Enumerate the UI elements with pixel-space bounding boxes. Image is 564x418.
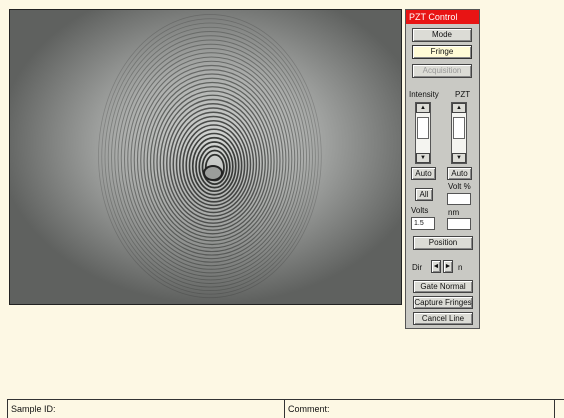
intensity-slider-thumb[interactable] <box>417 117 429 139</box>
intensity-label: Intensity <box>409 90 439 99</box>
position-button[interactable]: Position <box>413 236 473 250</box>
intensity-up-arrow-icon[interactable]: ▲ <box>416 103 430 113</box>
intensity-down-arrow-icon[interactable]: ▼ <box>416 153 430 163</box>
intensity-auto-button[interactable]: Auto <box>411 167 436 180</box>
fringe-image <box>10 10 401 304</box>
sample-id-field[interactable]: Sample ID: <box>7 400 284 418</box>
intensity-slider[interactable]: ▲ ▼ <box>415 102 431 164</box>
comment-field[interactable]: Comment: <box>284 400 555 418</box>
pzt-auto-button[interactable]: Auto <box>447 167 472 180</box>
gate-normal-button[interactable]: Gate Normal <box>413 280 473 293</box>
pzt-slider[interactable]: ▲ ▼ <box>451 102 467 164</box>
pzt-up-arrow-icon[interactable]: ▲ <box>452 103 466 113</box>
volts-percent-label: Volt % <box>448 182 471 191</box>
status-bar: Sample ID: Comment: <box>7 399 564 418</box>
acquisition-button[interactable]: Acquisition <box>412 64 472 78</box>
dir-left-icon[interactable]: ◄ <box>431 260 441 273</box>
panel-title: PZT Control <box>406 10 479 24</box>
pzt-slider-thumb[interactable] <box>453 117 465 139</box>
nm-label: nm <box>448 208 460 217</box>
volts-percent-field[interactable] <box>447 193 471 205</box>
volts-label: Volts <box>411 206 429 215</box>
dir-right-icon[interactable]: ► <box>443 260 453 273</box>
fringe-mode-button[interactable]: Fringe <box>412 45 472 59</box>
direction-label: Dir <box>412 263 423 272</box>
volts-field[interactable]: 1.5 <box>411 217 435 230</box>
pzt-control-panel: PZT Control Mode Fringe Acquisition Inte… <box>405 9 480 329</box>
nm-field[interactable] <box>447 218 471 230</box>
mode-button[interactable]: Mode <box>412 28 472 42</box>
capture-fringes-button[interactable]: Capture Fringes <box>413 296 473 309</box>
pzt-label: PZT <box>455 90 471 99</box>
cancel-line-button[interactable]: Cancel Line <box>413 312 473 325</box>
camera-view <box>9 9 402 305</box>
direction-suffix: n <box>458 263 463 272</box>
pzt-down-arrow-icon[interactable]: ▼ <box>452 153 466 163</box>
all-button[interactable]: All <box>415 188 433 201</box>
